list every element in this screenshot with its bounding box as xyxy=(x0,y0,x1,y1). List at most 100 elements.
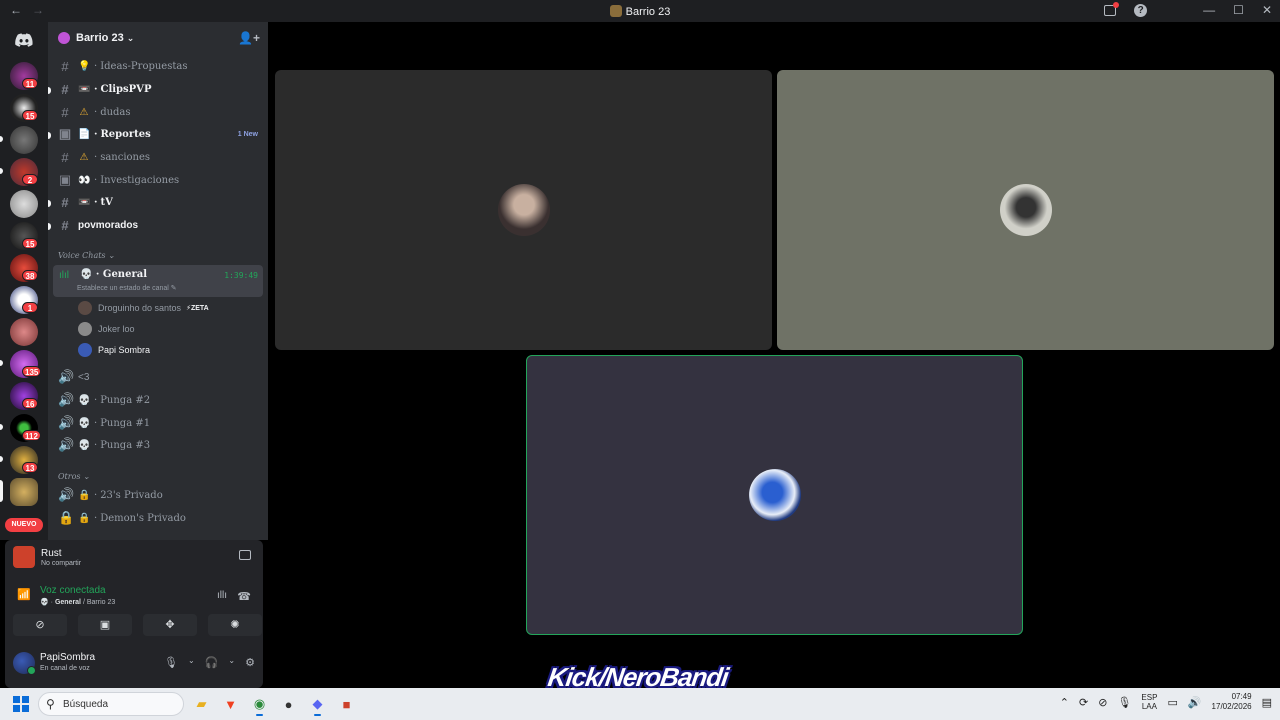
share-screen-button[interactable]: ▣ xyxy=(78,614,132,636)
server-badge: 15 xyxy=(22,110,38,121)
network-icon[interactable]: ⊘ xyxy=(1098,696,1107,709)
channel-status[interactable]: Establece un estado de canal ✎ xyxy=(77,284,177,292)
file-explorer-icon[interactable]: ▰ xyxy=(190,692,213,716)
member-name: Papi Sombra xyxy=(98,345,151,355)
channel-emoji: ⚠ xyxy=(79,106,89,118)
connection-signal-icon[interactable]: 📶 xyxy=(17,588,31,601)
voice-channel-punga-3[interactable]: 🔊 💀 · Punga #3 xyxy=(54,435,262,455)
windows-start-icon[interactable] xyxy=(13,696,29,712)
discord-taskbar-icon[interactable]: ◆ xyxy=(306,692,329,716)
channel-name: Punga #3 xyxy=(100,439,151,451)
chevron-down-icon[interactable]: ⌄ xyxy=(188,656,195,669)
minimize-button[interactable]: — xyxy=(1203,3,1215,17)
participant-tile-speaking[interactable] xyxy=(526,355,1023,635)
channel-emoji: 📄 xyxy=(78,128,91,140)
avatar[interactable] xyxy=(13,652,36,675)
voice-connection-channel[interactable]: 💀 · General / Barrio 23 xyxy=(40,598,115,606)
voice-member[interactable]: Papi Sombra xyxy=(78,341,150,359)
new-badge: NUEVO xyxy=(5,518,43,532)
active-voice-name: General xyxy=(102,269,147,280)
language-indicator[interactable]: ESP LAA xyxy=(1141,693,1157,711)
sync-icon[interactable]: ⟳ xyxy=(1079,696,1088,709)
help-icon[interactable]: ? xyxy=(1134,3,1148,17)
new-tag: 1 New xyxy=(237,130,258,138)
microphone-icon[interactable]: 🎙 xyxy=(164,656,178,669)
camera-off-button[interactable]: ⊘ xyxy=(13,614,67,636)
disconnect-icon[interactable]: ☎ xyxy=(237,590,251,603)
headphones-icon[interactable]: 🎧 xyxy=(205,656,219,669)
channel-reportes[interactable]: ▣ 📄 · Reportes 1 New xyxy=(54,124,262,144)
category-voice-chats[interactable]: Voice Chats ⌄ xyxy=(58,251,115,260)
server-icon-3[interactable] xyxy=(10,126,38,154)
obs-icon[interactable]: ● xyxy=(277,692,300,716)
channel-povmorados[interactable]: # povmorados xyxy=(54,215,262,235)
category-otros[interactable]: Otros ⌄ xyxy=(58,472,90,481)
channel-name: Punga #2 xyxy=(100,394,151,406)
activities-button[interactable]: ✥ xyxy=(143,614,197,636)
rust-taskbar-icon[interactable]: ■ xyxy=(335,692,358,716)
speaker-icon: 🔊 xyxy=(58,415,75,430)
inbox-icon[interactable] xyxy=(1104,1,1120,16)
server-icon-5[interactable] xyxy=(10,190,38,218)
participant-tile[interactable] xyxy=(275,70,772,350)
display-icon[interactable]: ▭ xyxy=(1167,696,1177,709)
chevron-up-icon[interactable]: ⌃ xyxy=(1060,696,1069,709)
discord-home-icon[interactable] xyxy=(10,26,38,54)
channel-name: ClipsPVP xyxy=(100,83,152,95)
invite-icon[interactable]: 👤+ xyxy=(238,31,260,45)
server-icon-barrio-23[interactable] xyxy=(10,478,38,506)
voice-connection-status[interactable]: Voz conectada xyxy=(40,585,106,596)
chevron-down-icon[interactable]: ⌄ xyxy=(228,656,235,669)
lang-layout: LAA xyxy=(1141,702,1157,711)
channel-investigaciones[interactable]: ▣ 👀 · Investigaciones xyxy=(54,170,262,190)
member-name: Droguinho do santos xyxy=(98,303,182,313)
unread-indicator xyxy=(48,87,51,94)
clock[interactable]: 07:49 17/02/2026 xyxy=(1212,692,1252,712)
gear-icon[interactable]: ⚙ xyxy=(245,656,255,669)
guild-header[interactable]: Barrio 23 ⌄ 👤+ xyxy=(48,22,268,54)
volume-icon[interactable]: 🔊 xyxy=(1188,696,1202,709)
voice-member[interactable]: Joker loo xyxy=(78,320,135,338)
hash-icon: # xyxy=(61,58,69,74)
server-badge: 11 xyxy=(22,78,38,89)
voice-channel-punga-1[interactable]: 🔊 💀 · Punga #1 xyxy=(54,413,262,433)
maximize-button[interactable]: ☐ xyxy=(1233,3,1244,17)
channel-dudas[interactable]: # ⚠ · dudas xyxy=(54,102,262,122)
voice-channel-heart[interactable]: 🔊 <3 xyxy=(54,367,262,387)
channel-sanciones[interactable]: # ⚠ · sanciones xyxy=(54,147,262,167)
chrome-icon[interactable]: ◉ xyxy=(248,692,271,716)
noise-suppression-icon[interactable]: ıllı xyxy=(217,590,227,601)
active-voice-channel[interactable]: ılıl 💀 · General 1:39:49 Establece un es… xyxy=(53,265,263,297)
category-label: Otros xyxy=(58,472,81,481)
channel-clipspvp[interactable]: # 📼 · ClipsPVP xyxy=(54,79,262,99)
server-icon xyxy=(609,5,622,17)
screen-share-icon[interactable] xyxy=(239,550,251,560)
unread-pill xyxy=(0,360,3,366)
date: 17/02/2026 xyxy=(1211,702,1252,711)
server-icon-9[interactable] xyxy=(10,318,38,346)
notifications-icon[interactable]: ▤ xyxy=(1262,696,1272,709)
voice-channel-23-privado[interactable]: 🔊 🔒 · 23's Privado xyxy=(54,485,262,505)
separator: · xyxy=(94,83,98,95)
participant-tile[interactable] xyxy=(777,70,1274,350)
username[interactable]: PapiSombra xyxy=(40,652,95,663)
soundboard-button[interactable]: ✺ xyxy=(208,614,262,636)
voice-channel-punga-2[interactable]: 🔊 💀 · Punga #2 xyxy=(54,390,262,410)
microphone-icon[interactable]: 🎙 xyxy=(1117,696,1131,709)
channel-emoji: 👀 xyxy=(78,174,91,186)
voice-channel-demons-privado[interactable]: 🔒 🔒 · Demon's Privado xyxy=(54,508,262,528)
title-bar: ← → Barrio 23 ? — ☐ ✕ xyxy=(0,0,1280,22)
close-button[interactable]: ✕ xyxy=(1262,3,1272,17)
channel-name: Investigaciones xyxy=(100,174,180,186)
user-panel: Rust No compartir 📶 Voz conectada 💀 · Ge… xyxy=(5,540,263,688)
voice-channel-name: 💀 · General xyxy=(80,269,147,280)
voice-member[interactable]: Droguinho do santos ⚡ZETA xyxy=(78,299,209,317)
brave-browser-icon[interactable]: ▼ xyxy=(219,692,242,716)
taskbar-search[interactable]: ⚲ Búsqueda xyxy=(38,692,184,716)
server-badge: 13 xyxy=(22,462,38,473)
channel-tv[interactable]: # 📼 · tV xyxy=(54,192,262,212)
avatar xyxy=(497,184,550,236)
avatar xyxy=(78,343,92,357)
channel-ideas-propuestas[interactable]: # 💡 · Ideas-Propuestas xyxy=(54,56,262,76)
search-placeholder: Búsqueda xyxy=(63,698,109,710)
